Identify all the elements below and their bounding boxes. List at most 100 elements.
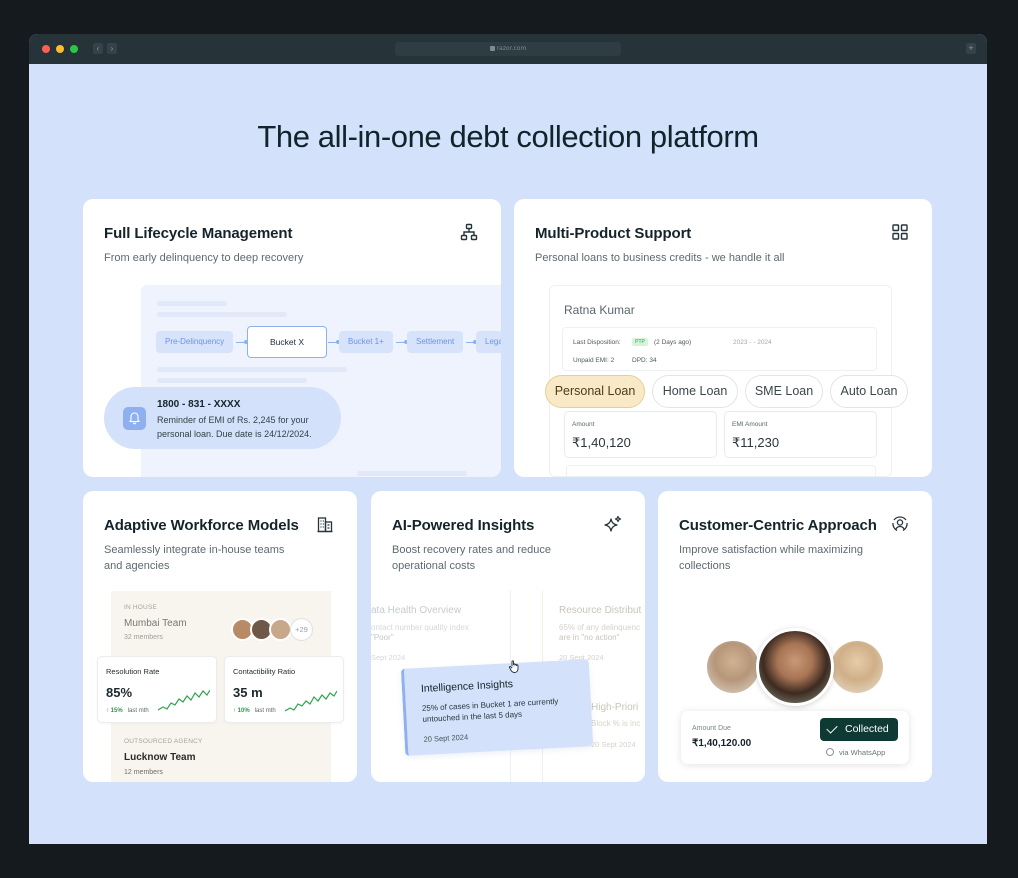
inhouse-tag: IN HOUSE <box>124 604 158 611</box>
agency-team-members: 12 members <box>124 769 163 776</box>
inhouse-team-name: Mumbai Team <box>124 618 187 629</box>
grid-icon <box>892 224 908 240</box>
customer-centric-title: Customer-Centric Approach <box>679 517 877 534</box>
unpaid-emi: Unpaid EMI: 2 <box>573 357 615 364</box>
data-health-date: Sept 2024 <box>371 653 406 662</box>
contactibility-ratio-card: Contactibility Ratio 35 m ↑ 10% last mth <box>224 656 344 723</box>
payment-status-card: Amount Due ₹1,40,120.00 Collected via Wh… <box>681 711 909 764</box>
dpd-value: DPD: 34 <box>632 357 657 364</box>
close-window-button[interactable] <box>42 45 50 53</box>
customer-centric-subtitle-line2: collections <box>679 560 731 572</box>
chip-sme-loan[interactable]: SME Loan <box>745 375 823 408</box>
sms-reminder-notification: 1800 - 831 - XXXX Reminder of EMI of Rs.… <box>104 387 341 449</box>
intelligence-insight-date: 20 Sept 2024 <box>423 732 469 744</box>
new-tab-button[interactable]: + <box>966 43 976 54</box>
chip-home-loan[interactable]: Home Loan <box>652 375 738 408</box>
resource-distribution-line2: are in "no action" <box>559 633 620 642</box>
workforce-subtitle-line2: and agencies <box>104 560 170 572</box>
stage-bucket-x: Bucket X <box>247 326 328 358</box>
url-text: razor.com <box>496 45 527 52</box>
avatar <box>269 618 292 641</box>
workforce-title: Adaptive Workforce Models <box>104 517 299 534</box>
amount-value: ₹1,40,120 <box>572 435 631 450</box>
ai-insights-subtitle-line2: operational costs <box>392 560 476 572</box>
ai-insights-card[interactable]: AI-Powered Insights Boost recovery rates… <box>371 491 645 782</box>
bell-icon <box>123 407 146 430</box>
lifecycle-subtitle: From early delinquency to deep recovery <box>104 252 304 264</box>
stage-pre-delinquency: Pre-Delinquency <box>156 331 234 353</box>
minimize-window-button[interactable] <box>56 45 64 53</box>
emi-amount-box: EMI Amount ₹11,230 <box>724 411 877 458</box>
last-disposition-date: 2023 - - 2024 <box>733 339 772 346</box>
page-content: The all-in-one debt collection platform … <box>29 64 987 844</box>
more-members-badge: +29 <box>290 618 313 641</box>
hierarchy-icon <box>460 223 478 241</box>
workforce-subtitle-line1: Seamlessly integrate in-house teams <box>104 544 285 556</box>
whatsapp-icon <box>826 748 834 756</box>
customer-avatar-right <box>831 641 883 693</box>
intelligence-insight-body: 25% of cases in Bucket 1 are currently u… <box>421 696 559 724</box>
intelligence-insight-card[interactable]: Intelligence Insights 25% of cases in Bu… <box>400 659 594 756</box>
high-priority-title: High-Priori <box>591 702 639 713</box>
data-health-title: ata Health Overview <box>371 605 462 616</box>
contactibility-ratio-delta: ↑ 10% last mth <box>233 708 276 714</box>
chip-auto-loan[interactable]: Auto Loan <box>830 375 908 408</box>
back-button[interactable]: ‹ <box>93 43 103 54</box>
amount-label: Amount <box>572 421 595 428</box>
contactibility-ratio-value: 35 m <box>233 685 263 700</box>
resource-distribution-title: Resource Distribut <box>559 605 642 616</box>
stage-bucket-1-plus: Bucket 1+ <box>339 331 393 353</box>
hand-cursor-icon <box>508 660 519 673</box>
user-circle-icon <box>892 516 908 532</box>
disposition-panel <box>562 327 877 371</box>
multi-product-subtitle: Personal loans to business credits - we … <box>535 252 785 264</box>
customer-centric-subtitle-line1: Improve satisfaction while maximizing <box>679 544 864 556</box>
high-priority-line1: Block % is inc <box>591 719 641 728</box>
browser-titlebar: ‹ › razor.com + <box>29 34 987 64</box>
lifecycle-title: Full Lifecycle Management <box>104 225 293 242</box>
data-health-line1: ontact number quality index <box>371 623 469 632</box>
stage-legal: Legal <box>476 331 501 353</box>
stage-settlement: Settlement <box>407 331 464 353</box>
inhouse-team-members: 32 members <box>124 634 163 641</box>
contactibility-ratio-label: Contactibility Ratio <box>233 667 296 676</box>
maximize-window-button[interactable] <box>70 45 78 53</box>
building-icon <box>317 517 333 533</box>
customer-name: Ratna Kumar <box>564 303 635 317</box>
sparkline-chart <box>158 689 210 711</box>
amount-box: Amount ₹1,40,120 <box>564 411 717 458</box>
sparkle-icon <box>604 515 622 532</box>
high-priority-date: 20 Sept 2024 <box>591 740 636 749</box>
resolution-rate-value: 85% <box>106 685 133 700</box>
ptp-badge: PTP <box>632 338 648 346</box>
sms-message-text: Reminder of EMI of Rs. 2,245 for your pe… <box>157 415 312 439</box>
page-title: The all-in-one debt collection platform <box>257 119 759 154</box>
ai-insights-title: AI-Powered Insights <box>392 517 535 534</box>
resolution-rate-label: Resolution Rate <box>106 667 160 676</box>
customer-centric-card[interactable]: Customer-Centric Approach Improve satisf… <box>658 491 932 782</box>
sparkline-chart <box>285 690 337 712</box>
last-disposition-label: Last Disposition: <box>573 339 621 346</box>
chip-personal-loan[interactable]: Personal Loan <box>545 375 645 408</box>
forward-button[interactable]: › <box>107 43 117 54</box>
agency-tag: OUTSOURCED AGENCY <box>124 738 203 745</box>
lifecycle-card[interactable]: Full Lifecycle Management From early del… <box>83 199 501 477</box>
address-bar[interactable]: razor.com <box>395 42 621 56</box>
customer-avatar-center <box>756 628 834 706</box>
sms-sender-number: 1800 - 831 - XXXX <box>157 399 241 410</box>
multi-product-card[interactable]: Multi-Product Support Personal loans to … <box>514 199 932 477</box>
workforce-card[interactable]: Adaptive Workforce Models Seamlessly int… <box>83 491 357 782</box>
customer-avatar-left <box>707 641 759 693</box>
last-disposition-detail: (2 Days ago) <box>654 339 692 346</box>
emi-amount-label: EMI Amount <box>732 421 768 428</box>
amount-due-value: ₹1,40,120.00 <box>692 738 752 749</box>
ai-insights-subtitle-line1: Boost recovery rates and reduce <box>392 544 551 556</box>
payment-channel: via WhatsApp <box>826 748 885 757</box>
resolution-rate-card: Resolution Rate 85% ↑ 15% last mth <box>97 656 217 723</box>
intelligence-insight-title: Intelligence Insights <box>420 678 514 695</box>
amount-due-label: Amount Due <box>692 725 731 732</box>
data-health-line2: "Poor" <box>371 633 394 642</box>
collected-status-badge: Collected <box>820 718 898 741</box>
agency-team-name: Lucknow Team <box>124 752 196 763</box>
resolution-rate-delta: ↑ 15% last mth <box>106 708 149 714</box>
